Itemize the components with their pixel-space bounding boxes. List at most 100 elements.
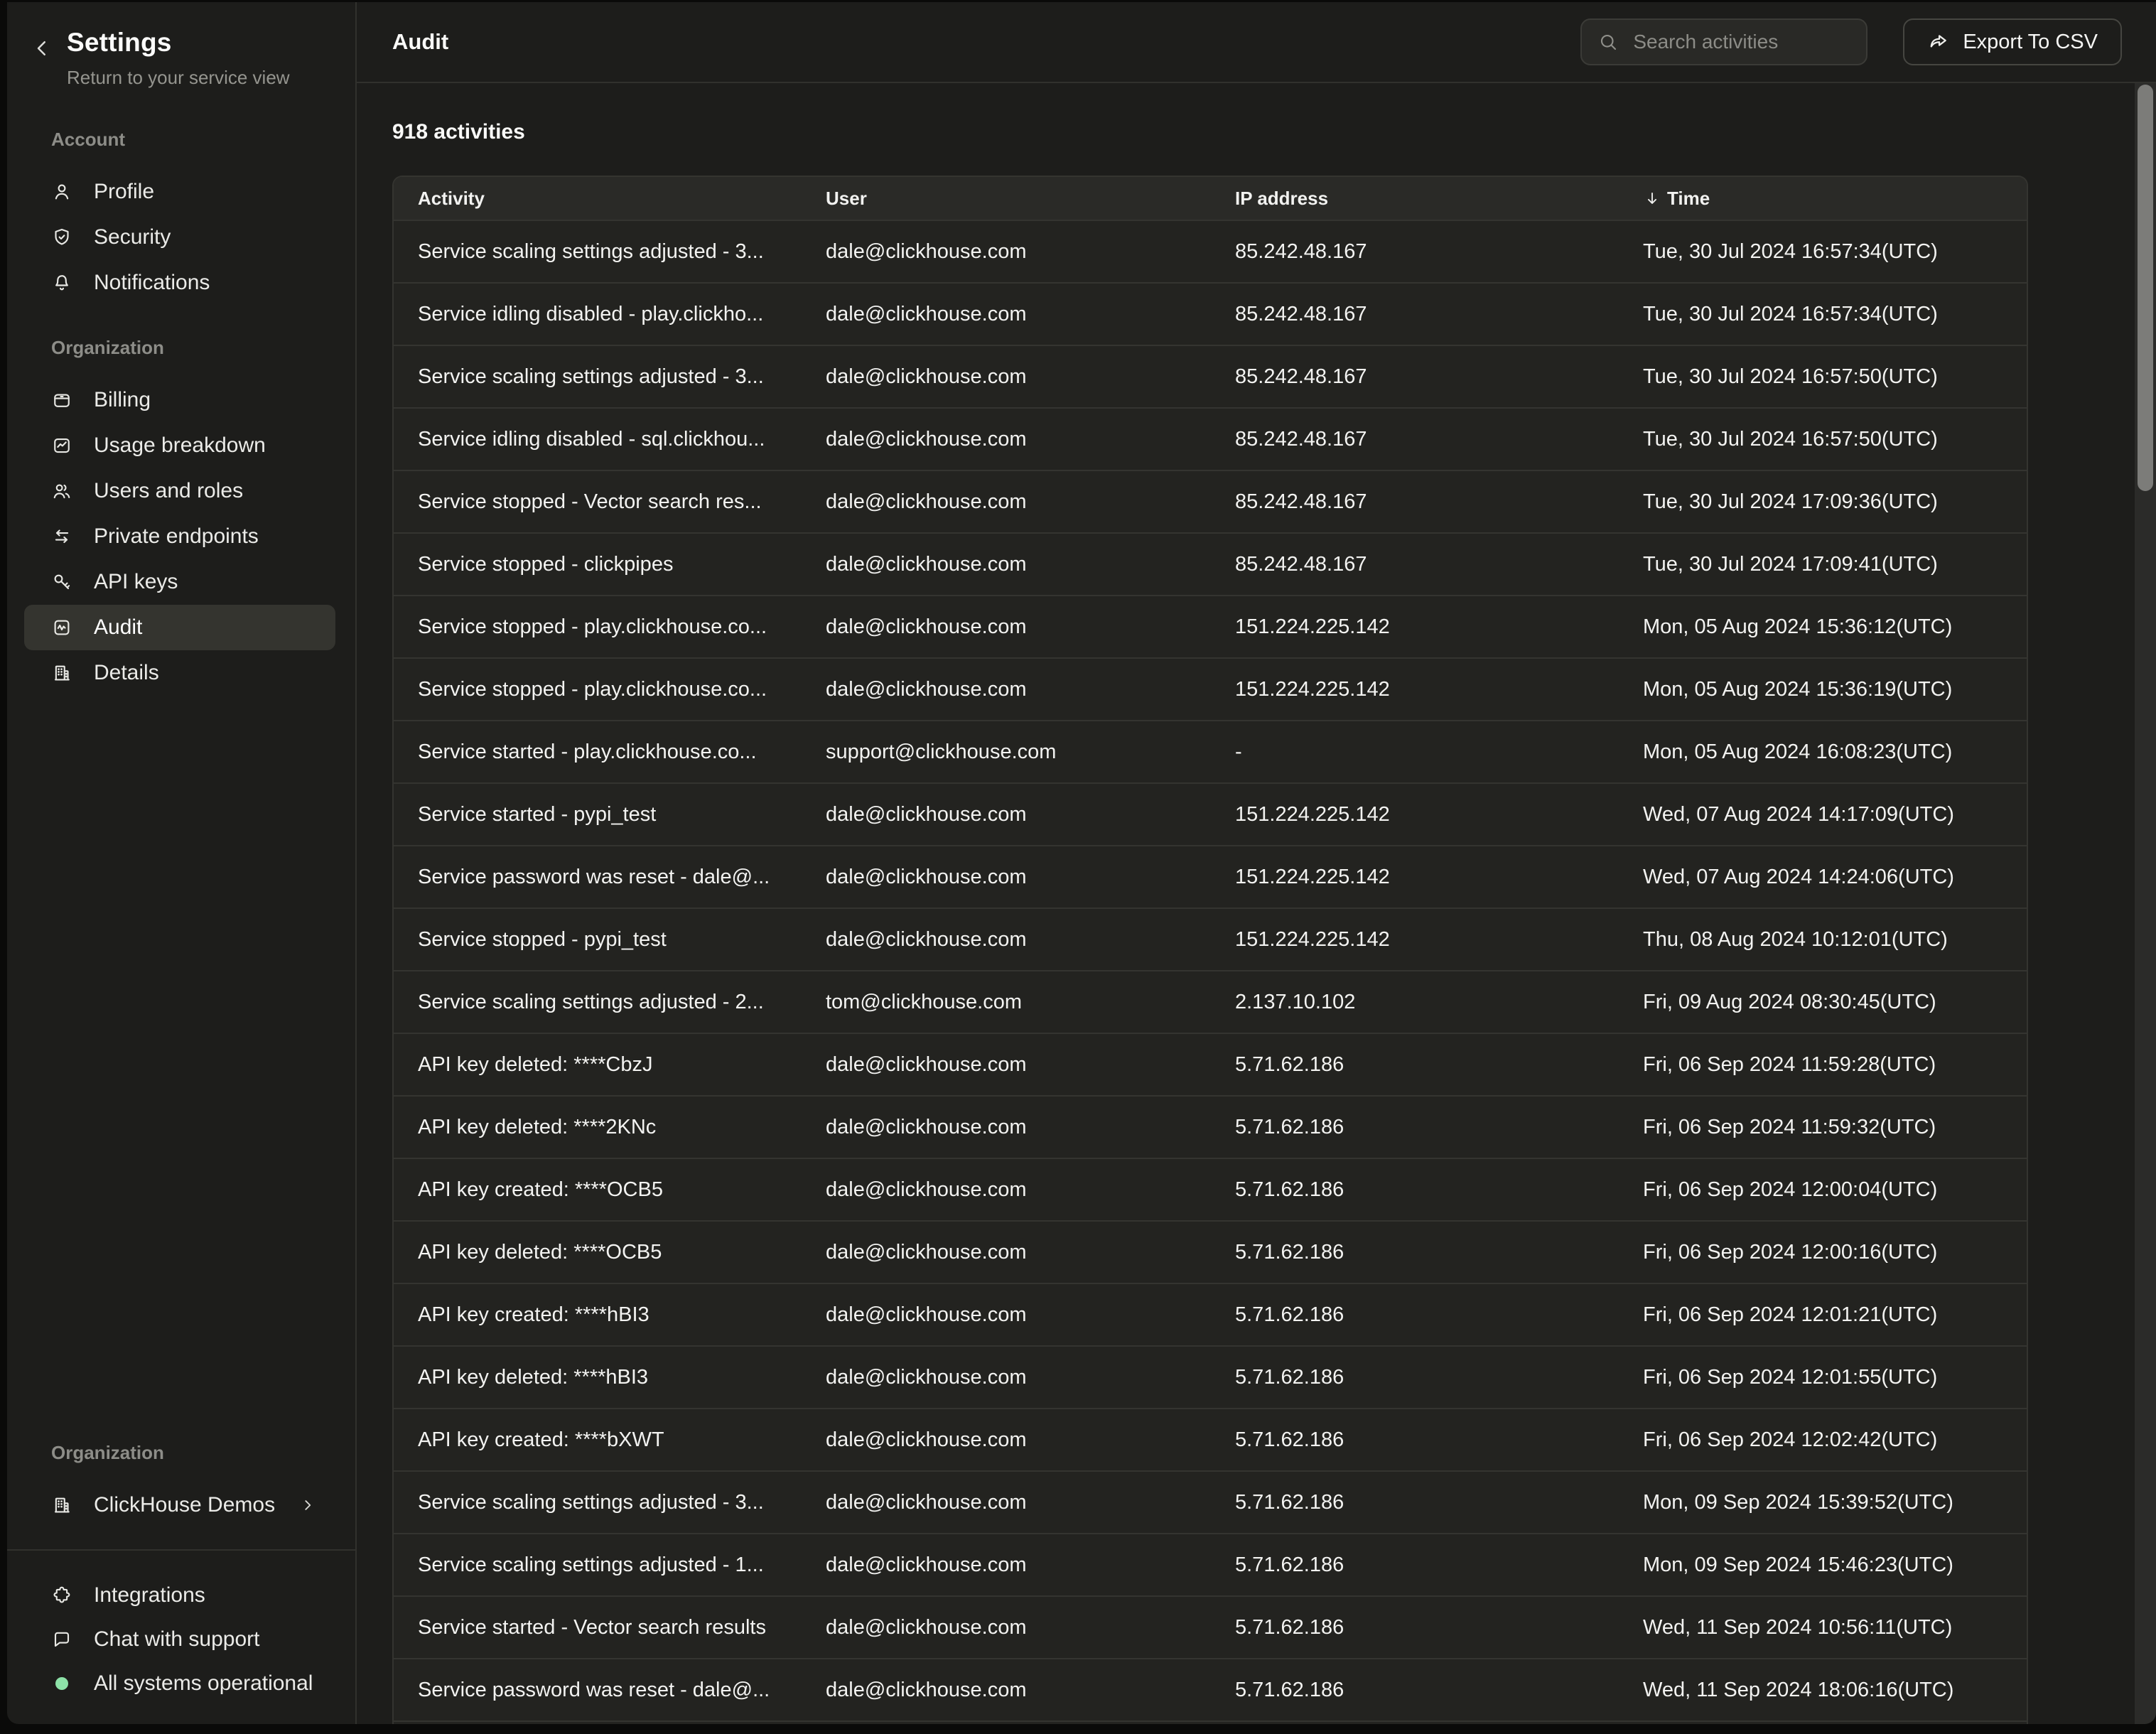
sidebar-item-chat-with-support[interactable]: Chat with support [24,1617,335,1662]
section-label: Organization [7,337,355,359]
chat-bubble-icon [51,1629,72,1650]
table-row: API key deleted: ****hBI3dale@clickhouse… [394,1345,2027,1408]
wallet-icon [51,389,72,411]
column-header-ip[interactable]: IP address [1211,188,1619,210]
time-cell: Wed, 07 Aug 2024 14:24:06(UTC) [1619,866,2027,889]
table-row: Service started - Vector search resultsd… [394,1595,2027,1658]
time-cell: Fri, 06 Sep 2024 12:00:16(UTC) [1619,1241,2027,1264]
search-input[interactable] [1632,30,1850,54]
sidebar-item-label: Audit [94,615,142,640]
ip-cell: 85.242.48.167 [1211,428,1619,451]
export-csv-button[interactable]: Export To CSV [1903,18,2122,65]
section-label: Account [7,129,355,151]
ip-cell: 5.71.62.186 [1211,1616,1619,1639]
ip-cell: - [1211,741,1619,764]
user-cell: dale@clickhouse.com [802,1303,1211,1327]
ip-cell: 151.224.225.142 [1211,928,1619,952]
app-window: Settings Return to your service view Acc… [7,2,2156,1724]
sidebar-item-profile[interactable]: Profile [24,169,335,215]
column-header-activity[interactable]: Activity [394,188,802,210]
scrollbar[interactable] [2135,83,2156,1724]
table-row: API key created: ****bXWTdale@clickhouse… [394,1408,2027,1470]
org-switcher[interactable]: ClickHouse Demos [24,1482,335,1528]
user-cell: dale@clickhouse.com [802,553,1211,576]
user-cell: support@clickhouse.com [802,741,1211,764]
time-cell: Wed, 11 Sep 2024 10:56:11(UTC) [1619,1616,2027,1639]
back-button[interactable] [31,38,53,59]
user-cell: dale@clickhouse.com [802,303,1211,326]
building-icon [51,662,72,684]
audit-table: Activity User IP address Time Service sc… [392,176,2028,1724]
users-icon [51,480,72,502]
user-cell: dale@clickhouse.com [802,1053,1211,1077]
activity-cell: Service stopped - Vector search res... [394,490,802,514]
table-row: Service scaling settings adjusted - 1...… [394,1533,2027,1595]
table-row: Service stopped - Vector search res...da… [394,470,2027,532]
scrollbar-thumb[interactable] [2138,85,2153,491]
sidebar-header: Settings Return to your service view [7,2,355,89]
time-cell: Mon, 05 Aug 2024 15:36:12(UTC) [1619,615,2027,639]
table-row: Service stopped - clickpipesdale@clickho… [394,532,2027,595]
time-cell: Tue, 30 Jul 2024 16:57:34(UTC) [1619,303,2027,326]
status-dot-icon [51,1677,72,1690]
chart-icon [51,435,72,456]
sidebar-item-private-endpoints[interactable]: Private endpoints [24,514,335,559]
ip-cell: 151.224.225.142 [1211,803,1619,826]
sidebar-title-block: Settings Return to your service view [67,28,290,89]
table-row: API key deleted: ****OCB5dale@clickhouse… [394,1220,2027,1283]
table-row: API key deleted: ****CbzJdale@clickhouse… [394,1033,2027,1095]
time-cell: Mon, 05 Aug 2024 16:08:23(UTC) [1619,741,2027,764]
time-cell: Mon, 09 Sep 2024 15:46:23(UTC) [1619,1553,2027,1577]
chevron-left-icon [31,38,53,59]
activity-cell: Service started - Vector search results [394,1616,802,1639]
sidebar-item-billing[interactable]: Billing [24,377,335,423]
ip-cell: 5.71.62.186 [1211,1303,1619,1327]
ip-cell: 85.242.48.167 [1211,365,1619,389]
table-row: API key created: ****hBI3dale@clickhouse… [394,1283,2027,1345]
sidebar-item-security[interactable]: Security [24,215,335,260]
sidebar-item-label: Profile [94,180,154,204]
sidebar-item-usage-breakdown[interactable]: Usage breakdown [24,423,335,468]
table-row: Service stopped - pypi_testdale@clickhou… [394,908,2027,970]
sidebar-item-api-keys[interactable]: API keys [24,559,335,605]
column-header-user[interactable]: User [802,188,1211,210]
time-cell: Mon, 09 Sep 2024 15:39:52(UTC) [1619,1491,2027,1514]
time-cell: Fri, 06 Sep 2024 12:01:21(UTC) [1619,1303,2027,1327]
ip-cell: 5.71.62.186 [1211,1679,1619,1702]
user-cell: dale@clickhouse.com [802,1178,1211,1202]
time-cell: Fri, 06 Sep 2024 12:01:55(UTC) [1619,1366,2027,1389]
org-switcher-block: Organization ClickHouse Demos [7,1442,355,1549]
system-status[interactable]: All systems operational [24,1662,335,1706]
activity-cell: API key created: ****bXWT [394,1428,802,1452]
activity-cell: Service started - pypi_test [394,803,802,826]
user-cell: dale@clickhouse.com [802,1428,1211,1452]
table-row: Service scaling settings adjusted - 3...… [394,220,2027,282]
sidebar-item-users-and-roles[interactable]: Users and roles [24,468,335,514]
ip-cell: 151.224.225.142 [1211,615,1619,639]
sidebar-item-details[interactable]: Details [24,650,335,696]
return-to-service-link[interactable]: Return to your service view [67,67,290,89]
main-header: Audit Export To CSV [357,2,2156,83]
user-icon [51,181,72,203]
sidebar-item-audit[interactable]: Audit [24,605,335,650]
building-icon [51,1495,72,1516]
table-row: Service started - play.clickhouse.co...s… [394,720,2027,782]
user-cell: dale@clickhouse.com [802,490,1211,514]
time-cell: Fri, 06 Sep 2024 12:00:04(UTC) [1619,1178,2027,1202]
settings-sidebar: Settings Return to your service view Acc… [7,2,357,1724]
sidebar-footer: IntegrationsChat with support All system… [7,1549,355,1724]
ip-cell: 151.224.225.142 [1211,866,1619,889]
user-cell: dale@clickhouse.com [802,428,1211,451]
table-row: Service scaling settings adjusted - 2...… [394,970,2027,1033]
user-cell: dale@clickhouse.com [802,928,1211,952]
page-title: Settings [67,28,290,58]
sidebar-item-integrations[interactable]: Integrations [24,1573,335,1617]
time-cell: Thu, 08 Aug 2024 10:12:01(UTC) [1619,928,2027,952]
table-row: Service password was reset - dale@...dal… [394,845,2027,908]
activity-cell: Service scaling settings adjusted - 3... [394,1491,802,1514]
sidebar-item-notifications[interactable]: Notifications [24,260,335,306]
column-header-time[interactable]: Time [1619,188,2027,210]
table-row: Service idling disabled - play.clickho..… [394,282,2027,345]
user-cell: dale@clickhouse.com [802,1116,1211,1139]
export-csv-label: Export To CSV [1963,31,2098,54]
